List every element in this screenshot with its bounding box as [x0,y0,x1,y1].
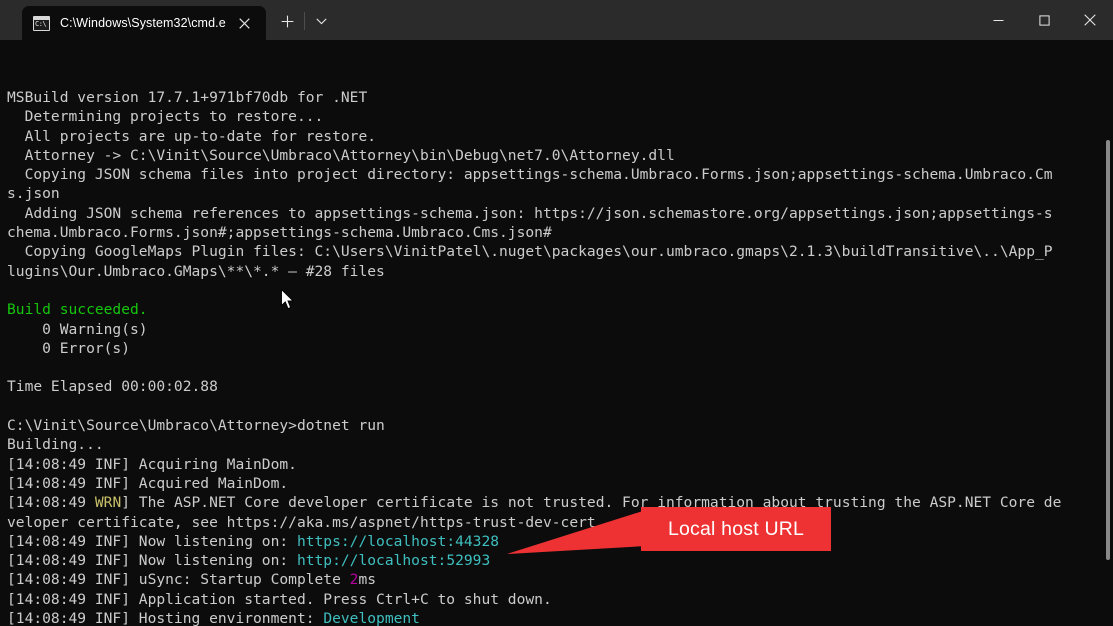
terminal-line: Building... [7,435,1113,454]
terminal-span: [14:08:49 INF] Now listening on: [7,552,297,570]
terminal-span: [14:08:49 INF] Hosting environment: [7,610,324,626]
terminal-span: Time Elapsed 00:00:02.88 [7,378,218,396]
terminal-line: lugins\Our.Umbraco.GMaps\**\*.* – #28 fi… [7,262,1113,281]
terminal-span: C:\Vinit\Source\Umbraco\Attorney>dotnet … [7,417,385,435]
maximize-icon [1038,14,1050,26]
terminal-span: [14:08:49 INF] Acquiring MainDom. [7,455,297,473]
terminal-line: chema.Umbraco.Forms.json#;appsettings-sc… [7,223,1113,242]
terminal-line: 0 Error(s) [7,339,1113,358]
maximize-button[interactable] [1021,0,1067,40]
terminal-line: [14:08:49 INF] Acquiring MainDom. [7,455,1113,474]
terminal-span: s.json [7,185,60,203]
terminal-span: Determining projects to restore... [7,108,324,126]
terminal-span: lugins\Our.Umbraco.GMaps\**\*.* – #28 fi… [7,262,385,280]
cmd-icon: C:\ [33,15,50,31]
tab-cmd[interactable]: C:\ C:\Windows\System32\cmd.e [22,6,266,40]
terminal-span: All projects are up-to-date for restore. [7,127,377,145]
terminal-span: Copying JSON schema files into project d… [7,166,1053,184]
terminal-span: [14:08:49 INF] Application started. Pres… [7,590,552,608]
close-icon [1084,14,1096,26]
terminal-span: Development [323,610,420,626]
terminal-span: [14:08:49 [7,494,95,512]
terminal-span: https://localhost:44328 [296,532,500,550]
terminal-line: Time Elapsed 00:00:02.88 [7,377,1113,396]
terminal-line: Determining projects to restore... [7,107,1113,126]
terminal-line: Copying JSON schema files into project d… [7,165,1113,184]
terminal-line: s.json [7,184,1113,203]
minimize-icon [993,19,1003,21]
terminal-line: Build succeeded. [7,300,1113,319]
new-tab-button[interactable] [272,4,304,38]
console-scrollbar[interactable] [1106,140,1110,560]
tab-dropdown-button[interactable] [303,4,338,38]
terminal-line: [14:08:49 INF] Now listening on: https:/… [7,532,1113,551]
terminal-span: chema.Umbraco.Forms.json#;appsettings-sc… [7,224,552,242]
terminal-span: veloper certificate, see https://aka.ms/… [7,513,605,531]
terminal-span: ms [358,571,377,589]
terminal-span: MSBuild version 17.7.1+971bf70db for .NE… [7,89,368,106]
plus-icon [281,15,294,27]
terminal-span: http://localhost:52993 [296,552,491,570]
terminal-span: [14:08:49 INF] uSync: Startup Complete [7,571,350,589]
terminal-span: Copying GoogleMaps Plugin files: C:\User… [7,243,1053,261]
terminal-line: [14:08:49 WRN] The ASP.NET Core develope… [7,493,1113,512]
terminal-line: MSBuild version 17.7.1+971bf70db for .NE… [7,88,1113,107]
terminal-span: [14:08:49 INF] Acquired MainDom. [7,474,289,492]
chevron-down-icon [316,18,327,24]
terminal-line: Attorney -> C:\Vinit\Source\Umbraco\Atto… [7,146,1113,165]
terminal-span: Build succeeded. [7,301,148,319]
terminal-line: C:\Vinit\Source\Umbraco\Attorney>dotnet … [7,416,1113,435]
console-output[interactable]: MSBuild version 17.7.1+971bf70db for .NE… [0,40,1113,626]
terminal-line: [14:08:49 INF] Hosting environment: Deve… [7,609,1113,626]
tab-strip: C:\ C:\Windows\System32\cmd.e [0,0,975,40]
terminal-span: 0 Warning(s) [7,320,148,338]
terminal-line: [14:08:49 INF] Application started. Pres… [7,590,1113,609]
terminal-span: 0 Error(s) [7,339,131,357]
cmd-icon-glyph: C:\ [35,20,47,28]
tab-title: C:\Windows\System32\cmd.e [60,16,226,30]
minimize-button[interactable] [975,0,1021,40]
terminal-line: All projects are up-to-date for restore. [7,127,1113,146]
terminal-span: [14:08:49 INF] Now listening on: [7,532,297,550]
title-bar: C:\ C:\Windows\System32\cmd.e [0,0,1113,40]
terminal-span: ] The ASP.NET Core developer certificate… [121,494,1062,512]
callout-label: Local host URL [667,517,805,540]
terminal-line: [14:08:49 INF] Acquired MainDom. [7,474,1113,493]
terminal-span: Adding JSON schema references to appsett… [7,204,1053,222]
cmd-window: C:\ C:\Windows\System32\cmd.e MSBuild ve… [0,0,1113,626]
terminal-span: WRN [94,494,122,512]
tab-close-icon[interactable] [232,10,258,36]
terminal-text: MSBuild version 17.7.1+971bf70db for .NE… [7,88,1113,626]
callout-box: Local host URL [641,507,831,551]
terminal-span: Building... [7,436,104,454]
terminal-line: veloper certificate, see https://aka.ms/… [7,513,1113,532]
close-button[interactable] [1067,0,1113,40]
window-controls [975,0,1113,40]
terminal-line: Adding JSON schema references to appsett… [7,204,1113,223]
terminal-line: [14:08:49 INF] uSync: Startup Complete 2… [7,570,1113,589]
terminal-line: 0 Warning(s) [7,320,1113,339]
terminal-span: Attorney -> C:\Vinit\Source\Umbraco\Atto… [7,146,675,164]
terminal-line: [14:08:49 INF] Now listening on: http://… [7,551,1113,570]
terminal-line: Copying GoogleMaps Plugin files: C:\User… [7,242,1113,261]
